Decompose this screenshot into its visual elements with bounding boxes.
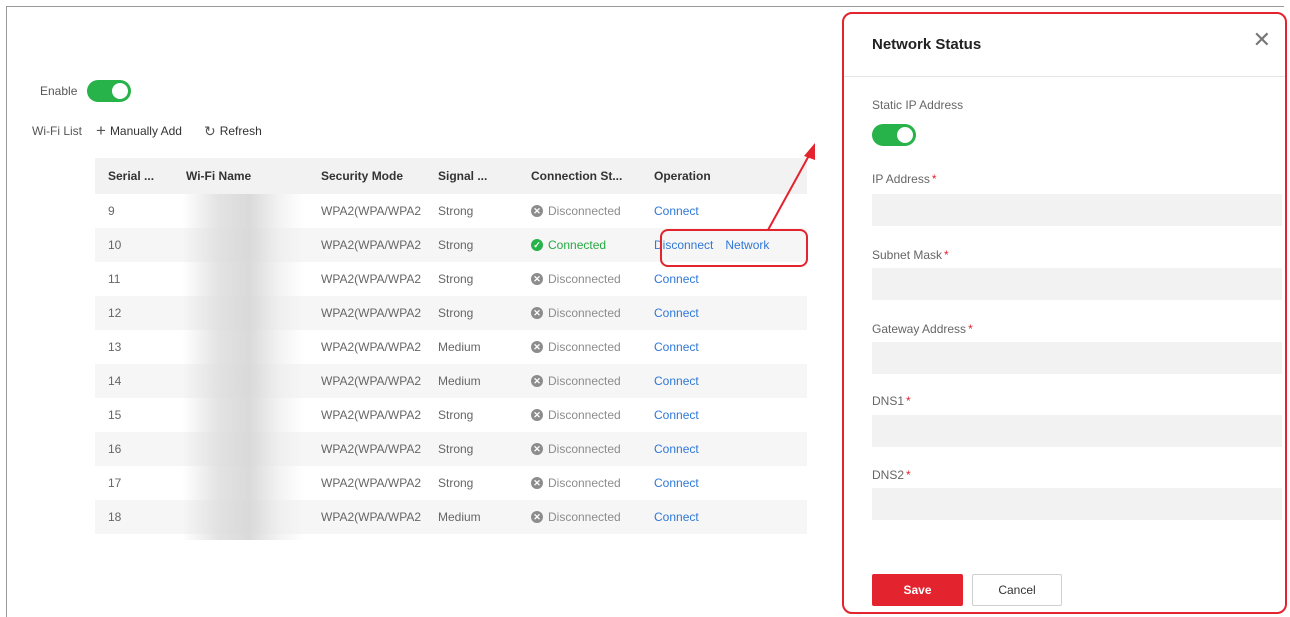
dns2-input[interactable] <box>872 488 1282 520</box>
subnet-mask-label: Subnet Mask * <box>872 248 949 262</box>
static-ip-label: Static IP Address <box>872 98 964 112</box>
ip-address-input[interactable] <box>872 194 1282 226</box>
close-icon[interactable]: ✕ <box>1253 29 1271 51</box>
dns1-label: DNS1 * <box>872 394 911 408</box>
panel-divider <box>844 76 1285 77</box>
dns2-label: DNS2 * <box>872 468 911 482</box>
toggle-knob <box>897 127 913 143</box>
cancel-button[interactable]: Cancel <box>972 574 1062 606</box>
network-status-panel: Network Status ✕ Static IP Address IP Ad… <box>842 12 1287 614</box>
dns1-input[interactable] <box>872 415 1282 447</box>
static-ip-toggle[interactable] <box>872 124 916 146</box>
panel-title: Network Status <box>872 36 982 53</box>
subnet-mask-input[interactable] <box>872 268 1282 300</box>
ip-address-label: IP Address * <box>872 172 937 186</box>
save-button[interactable]: Save <box>872 574 963 606</box>
gateway-address-label: Gateway Address * <box>872 322 973 336</box>
gateway-address-input[interactable] <box>872 342 1282 374</box>
